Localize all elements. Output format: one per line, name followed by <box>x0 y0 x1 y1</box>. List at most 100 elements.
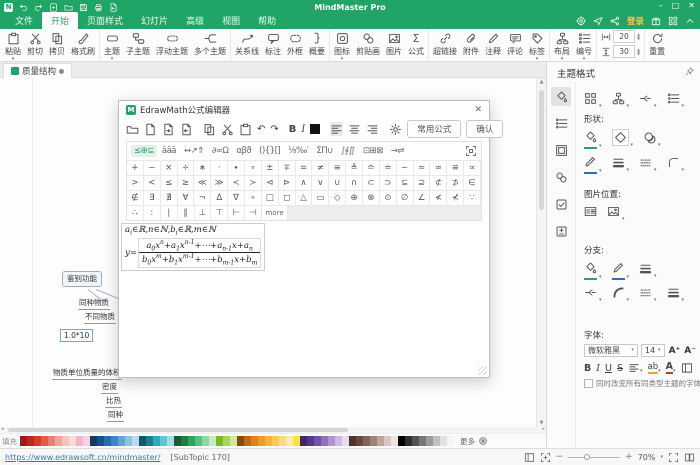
dialog-close-icon[interactable]: ✕ <box>474 105 482 115</box>
apps-icon[interactable] <box>668 16 678 26</box>
format-highlight-button[interactable]: ab▾ <box>648 362 661 374</box>
symbol-cell[interactable]: ≡ <box>329 160 346 175</box>
color-swatch[interactable] <box>62 436 69 446</box>
color-swatch[interactable] <box>202 436 209 446</box>
topic-box[interactable]: 1.0*10 <box>60 329 93 342</box>
symbol-cell[interactable]: ⊅ <box>447 175 464 190</box>
ribbon-multi-topic[interactable]: 多个主题 <box>191 30 229 57</box>
symbol-cell[interactable]: ⊣ <box>245 205 262 220</box>
symbol-cell[interactable]: ∧ <box>296 175 313 190</box>
dialog-resize-grip[interactable] <box>478 366 487 375</box>
topic-line[interactable]: 密度 <box>101 381 118 394</box>
ribbon-clipart[interactable]: 剪贴画 <box>353 30 383 57</box>
symbol-cell[interactable]: ≤ <box>161 175 178 190</box>
ribbon-summary[interactable]: 概要 <box>306 30 328 57</box>
fullscreen-icon[interactable] <box>668 452 679 463</box>
print-icon[interactable] <box>94 3 103 12</box>
symbol-category-scripts[interactable]: ⅛‰′ <box>285 145 311 157</box>
symbol-cell[interactable]: ⊲ <box>262 175 279 190</box>
italic-button[interactable]: I <box>301 122 305 136</box>
ribbon-tag[interactable]: 标签▾ <box>526 30 548 62</box>
sidebar-branch-curve[interactable]: ▾ <box>612 284 630 303</box>
symbol-cell[interactable]: ⋅ <box>211 160 228 175</box>
color-swatch[interactable] <box>230 436 237 446</box>
symbol-cell[interactable]: ⊀ <box>447 190 464 205</box>
color-swatch[interactable] <box>181 436 188 446</box>
v-spacing-control[interactable]: 30▲▼ <box>601 45 640 58</box>
share-icon[interactable] <box>610 16 620 26</box>
ribbon-topic[interactable]: 主题▾ <box>101 30 123 62</box>
topic-line[interactable]: 物质单位质量的体积 <box>52 367 122 380</box>
symbol-cell[interactable]: △ <box>296 190 313 205</box>
page-layout-icon[interactable] <box>684 452 695 463</box>
color-swatch[interactable] <box>34 436 41 446</box>
login-button[interactable]: 登录 <box>627 15 644 27</box>
symbol-category-chem-arrows[interactable]: →⇌ <box>388 145 407 157</box>
format-align-button[interactable]: ▾ <box>628 362 643 374</box>
align-center-button[interactable] <box>348 122 361 136</box>
color-swatch[interactable] <box>237 436 244 446</box>
ribbon-note[interactable]: 注释 <box>482 30 504 57</box>
color-swatch[interactable] <box>83 436 90 446</box>
more-colors-label[interactable]: 更多 <box>460 436 475 447</box>
save-icon[interactable] <box>79 3 88 12</box>
symbol-cell[interactable]: ∅ <box>397 190 414 205</box>
symbol-cell[interactable]: ≐ <box>380 160 397 175</box>
format-bold-button[interactable]: B <box>584 363 591 374</box>
color-swatch[interactable] <box>97 436 104 446</box>
ribbon-floating-topic[interactable]: 浮动主题 <box>153 30 191 57</box>
ribbon-attachment[interactable]: 附件 <box>460 30 482 57</box>
color-swatch[interactable] <box>258 436 265 446</box>
sidebar-strip-outline[interactable] <box>551 114 571 133</box>
scroll-right-icon[interactable]: ▸ <box>542 426 545 432</box>
send-icon[interactable] <box>593 16 603 26</box>
redo-icon[interactable] <box>34 3 43 12</box>
color-swatch[interactable] <box>160 436 167 446</box>
menu-tab-5[interactable]: 视图 <box>213 12 249 29</box>
symbol-cell[interactable]: × <box>161 160 178 175</box>
ribbon-layout[interactable]: 布局▾ <box>551 30 573 62</box>
ribbon-subtopic[interactable]: 子主题 <box>123 30 153 57</box>
font-size-select[interactable]: 14▾ <box>641 344 665 357</box>
symbol-cell[interactable]: □ <box>262 190 279 205</box>
sidebar-strip-task[interactable] <box>551 195 571 214</box>
symbol-cell[interactable]: ∘ <box>245 160 262 175</box>
vertical-scroll-thumb[interactable] <box>539 90 544 210</box>
menu-tab-2[interactable]: 页面样式 <box>78 12 132 29</box>
symbol-cell[interactable]: ∘ <box>245 190 262 205</box>
sidebar-numbering-style[interactable]: ▾ <box>667 90 685 109</box>
color-swatch[interactable] <box>223 436 230 446</box>
ribbon-relationship[interactable]: 关系线 <box>232 30 262 57</box>
symbol-cell[interactable]: ⊆ <box>397 175 414 190</box>
color-swatch[interactable] <box>356 436 363 446</box>
color-swatch[interactable] <box>426 436 433 446</box>
symbol-cell[interactable]: ± <box>262 160 279 175</box>
symbol-cell[interactable]: ⊂ <box>363 175 380 190</box>
document-tab[interactable]: 质量结构 <box>3 63 72 78</box>
color-swatch[interactable] <box>307 436 314 446</box>
symbol-cell[interactable]: ∞ <box>430 160 447 175</box>
symbol-cell[interactable]: < <box>144 175 161 190</box>
topic-line[interactable]: 不同物质 <box>84 311 116 324</box>
fit-center-icon[interactable] <box>540 452 551 463</box>
color-swatch[interactable] <box>370 436 377 446</box>
color-swatch[interactable] <box>335 436 342 446</box>
chevup-icon[interactable] <box>685 16 695 26</box>
color-swatch[interactable] <box>174 436 181 446</box>
symbol-cell[interactable]: ⊢ <box>228 205 245 220</box>
zoom-caret-icon[interactable]: ▾ <box>660 455 663 460</box>
color-swatch[interactable] <box>139 436 146 446</box>
symbol-category-greek[interactable]: αβϑ <box>233 145 254 157</box>
ribbon-reset[interactable]: 重置 <box>646 30 668 57</box>
ribbon-format-painter[interactable]: 格式刷 <box>68 30 98 57</box>
apply-same-type-checkbox[interactable]: 同时改变所有同类型主题的字体 <box>584 378 696 389</box>
color-swatch[interactable] <box>419 436 426 446</box>
ribbon-formula[interactable]: Σ公式 <box>405 30 427 57</box>
symbol-cell[interactable]: ∄ <box>161 190 178 205</box>
sidebar-structure[interactable]: ▾ <box>612 90 630 109</box>
sidebar-branch-fill[interactable]: ▾ <box>584 259 602 280</box>
color-swatch[interactable] <box>286 436 293 446</box>
symbol-cell[interactable]: − <box>144 160 161 175</box>
menu-tab-4[interactable]: 高级 <box>177 12 213 29</box>
color-swatch[interactable] <box>251 436 258 446</box>
